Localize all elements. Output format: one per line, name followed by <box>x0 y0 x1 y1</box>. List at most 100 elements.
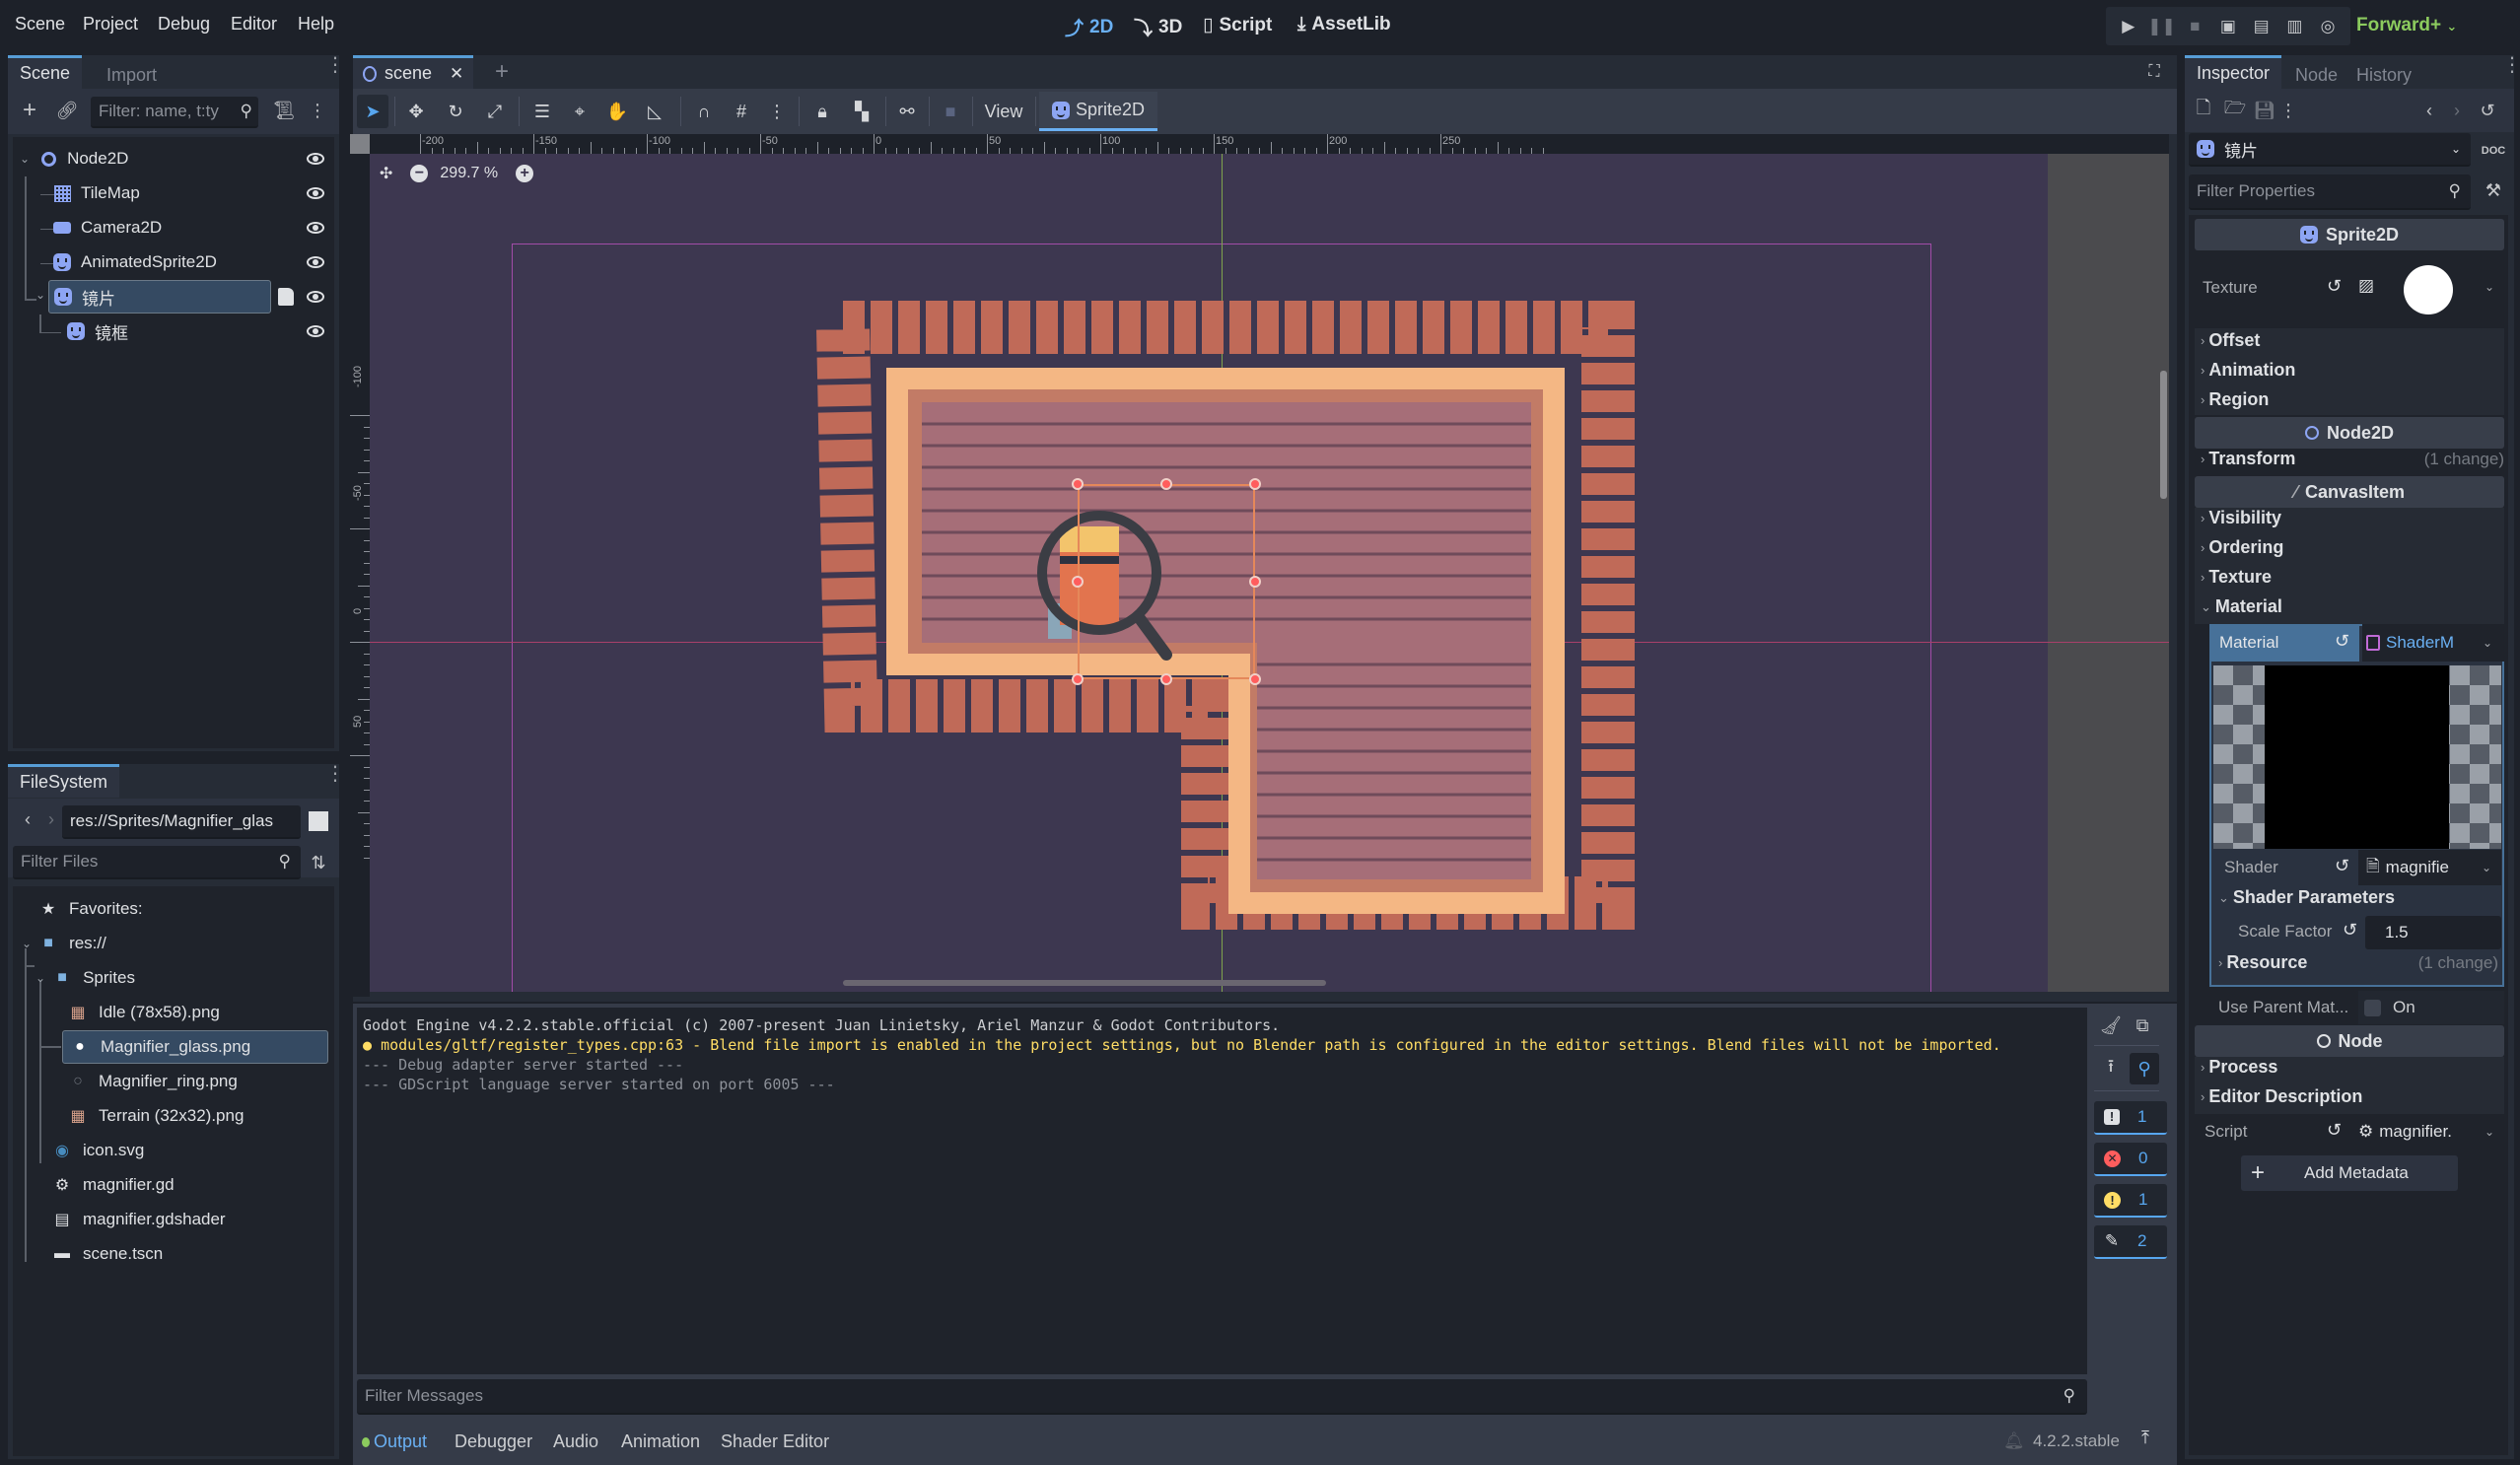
pan-mode-icon[interactable]: ✋ <box>601 95 633 128</box>
new-tab-button[interactable]: + <box>491 58 513 85</box>
menu-editor[interactable]: Editor <box>231 14 277 35</box>
new-resource-icon[interactable]: 🗋 <box>2193 98 2214 122</box>
smart-snap-icon[interactable]: ∩ <box>688 95 720 128</box>
tab-inspector[interactable]: Inspector <box>2185 55 2282 89</box>
group-material[interactable]: ⌄ Material <box>2201 596 2282 617</box>
file-item[interactable]: ⚙ magnifier.gd <box>53 1168 310 1202</box>
resize-handle[interactable] <box>1249 673 1261 685</box>
bottom-tab-shader-editor[interactable]: Shader Editor <box>721 1431 829 1452</box>
script-resource-picker[interactable]: ⚙ magnifier. ⌄ <box>2358 1116 2504 1148</box>
revert-icon[interactable]: ↺ <box>2335 856 2349 876</box>
skeleton-bone-icon[interactable]: ⚯ <box>891 95 923 128</box>
revert-icon[interactable]: ↺ <box>2327 1120 2342 1141</box>
add-node-button[interactable]: + <box>18 97 41 123</box>
file-item[interactable]: ◉ icon.svg <box>53 1134 310 1167</box>
dock-menu-icon[interactable]: ⋮ <box>325 764 345 784</box>
toggle-split-icon[interactable] <box>309 811 328 831</box>
object-history-icon[interactable]: ↺ <box>2477 99 2498 122</box>
canvas-2d[interactable]: ✣ − 299.7 % + <box>370 154 2169 992</box>
chevron-down-icon[interactable]: ⌄ <box>22 937 32 950</box>
scale-mode-icon[interactable]: ⤢ <box>479 95 511 128</box>
menu-scene[interactable]: Scene <box>15 14 65 35</box>
collapse-duplicates-icon[interactable]: ⭱ <box>2100 1056 2122 1081</box>
group-visibility[interactable]: › Visibility <box>2201 508 2281 528</box>
horizontal-ruler[interactable]: -200 -150 -100 -50 0 50 100 150 200 250 <box>359 134 2169 154</box>
resize-handle[interactable] <box>1249 478 1261 490</box>
object-selector[interactable]: 镜片 ⌄ <box>2189 133 2471 167</box>
menu-debug[interactable]: Debug <box>158 14 210 35</box>
doc-icon[interactable]: DOC <box>2481 138 2506 164</box>
group-process[interactable]: › Process <box>2201 1057 2277 1078</box>
remote-debug-icon[interactable]: ▣ <box>2217 16 2239 37</box>
filter-files-input[interactable]: Filter Files ⚲ <box>13 846 301 879</box>
resize-handle[interactable] <box>1160 478 1172 490</box>
group-offset[interactable]: › Offset <box>2201 330 2260 351</box>
notification-bell-icon[interactable]: 🔔︎ <box>2003 1431 2025 1451</box>
group-transform[interactable]: › Transform (1 change) <box>2201 449 2504 469</box>
tree-node-camera2d[interactable]: Camera2D <box>53 211 300 244</box>
file-item[interactable]: ○ Magnifier_ring.png <box>69 1065 325 1098</box>
grid-snap-icon[interactable]: # <box>726 95 757 128</box>
filter-messages-input[interactable]: Filter Messages ⚲ <box>357 1379 2087 1415</box>
add-metadata-button[interactable]: + Add Metadata <box>2241 1155 2458 1191</box>
camera-override-icon[interactable]: ■ <box>935 95 966 128</box>
shader-resource-picker[interactable]: 🗎 magnifie ⌄ <box>2358 850 2501 885</box>
menu-help[interactable]: Help <box>298 14 334 35</box>
tree-node-tilemap[interactable]: TileMap <box>53 176 300 210</box>
tree-node-node2d[interactable]: ⌄ Node2D <box>20 142 306 175</box>
bottom-tab-animation[interactable]: Animation <box>621 1431 700 1452</box>
tree-node-animatedsprite2d[interactable]: AnimatedSprite2D <box>53 245 300 279</box>
zoom-out-icon[interactable]: − <box>410 165 429 182</box>
sort-icon[interactable]: ⇅ <box>308 850 329 875</box>
group-region[interactable]: › Region <box>2201 389 2269 410</box>
workspace-assetlib-button[interactable]: ⤓ AssetLib <box>1297 14 1391 35</box>
zoom-level[interactable]: 299.7 % <box>440 165 498 182</box>
script-icon[interactable] <box>278 288 294 306</box>
vertical-ruler[interactable]: -100 -50 0 50 <box>350 134 370 997</box>
copy-icon[interactable]: ⧉ <box>2132 1013 2153 1037</box>
resize-handle[interactable] <box>1072 478 1084 490</box>
scene-more-icon[interactable]: ⋮ <box>309 99 326 122</box>
dock-menu-icon[interactable]: ⋮ <box>2502 55 2520 75</box>
tab-import[interactable]: Import <box>95 58 169 92</box>
bottom-tab-output[interactable]: Output <box>362 1431 427 1452</box>
group-icon[interactable]: ▚ <box>846 95 877 128</box>
material-resource-picker[interactable]: ShaderM ⌄ <box>2362 624 2504 662</box>
snap-options-icon[interactable]: ⋮ <box>761 95 793 128</box>
play-icon[interactable]: ▶ <box>2118 16 2139 37</box>
history-forward-icon[interactable]: › <box>2449 99 2465 122</box>
ruler-mode-icon[interactable]: ◺ <box>639 95 670 128</box>
filter-editor-button[interactable]: ✎ 2 <box>2094 1225 2167 1259</box>
texture-preview[interactable] <box>2404 265 2453 314</box>
path-field[interactable]: res://Sprites/Magnifier_glas <box>62 805 301 839</box>
renderer-select[interactable]: Forward+ ⌄ <box>2356 15 2457 36</box>
scale-factor-input[interactable]: 1.5 <box>2365 916 2501 949</box>
select-mode-icon[interactable]: ➤ <box>357 95 388 128</box>
lock-icon[interactable]: 🔒︎ <box>806 95 838 128</box>
workspace-3d-button[interactable]: ⤵ 3D <box>1134 14 1182 40</box>
group-animation[interactable]: › Animation <box>2201 360 2295 381</box>
visibility-eye-icon[interactable] <box>307 256 324 268</box>
move-mode-icon[interactable]: ✥ <box>400 95 432 128</box>
scene-filter-input[interactable]: Filter: name, t:ty ⚲ <box>91 97 258 128</box>
bottom-tab-audio[interactable]: Audio <box>553 1431 598 1452</box>
revert-icon[interactable]: ↺ <box>2343 920 2357 941</box>
resize-handle[interactable] <box>1249 576 1261 588</box>
resize-handle[interactable] <box>1160 673 1172 685</box>
visibility-eye-icon[interactable] <box>307 291 324 303</box>
group-ordering[interactable]: › Ordering <box>2201 537 2283 558</box>
inspector-settings-icon[interactable]: ⚒ <box>2483 177 2504 203</box>
group-shader-parameters[interactable]: ⌄ Shader Parameters <box>2218 887 2395 908</box>
zoom-in-icon[interactable]: + <box>516 165 534 182</box>
file-item[interactable]: ▬ scene.tscn <box>53 1237 310 1271</box>
resize-handle[interactable] <box>1072 673 1084 685</box>
use-parent-material-checkbox[interactable]: On <box>2358 991 2504 1024</box>
workspace-2d-button[interactable]: ⤴ 2D <box>1065 14 1113 40</box>
instantiate-scene-button[interactable]: 🔗︎ <box>55 99 79 122</box>
clear-output-icon[interactable]: 🧹︎ <box>2100 1013 2123 1037</box>
chevron-down-icon[interactable]: ⌄ <box>2485 280 2494 294</box>
history-back-icon[interactable]: ‹ <box>2421 99 2437 122</box>
distraction-free-icon[interactable]: ⛶ <box>2143 61 2165 83</box>
stop-icon[interactable]: ■ <box>2184 16 2205 37</box>
group-texture[interactable]: › Texture <box>2201 567 2272 588</box>
